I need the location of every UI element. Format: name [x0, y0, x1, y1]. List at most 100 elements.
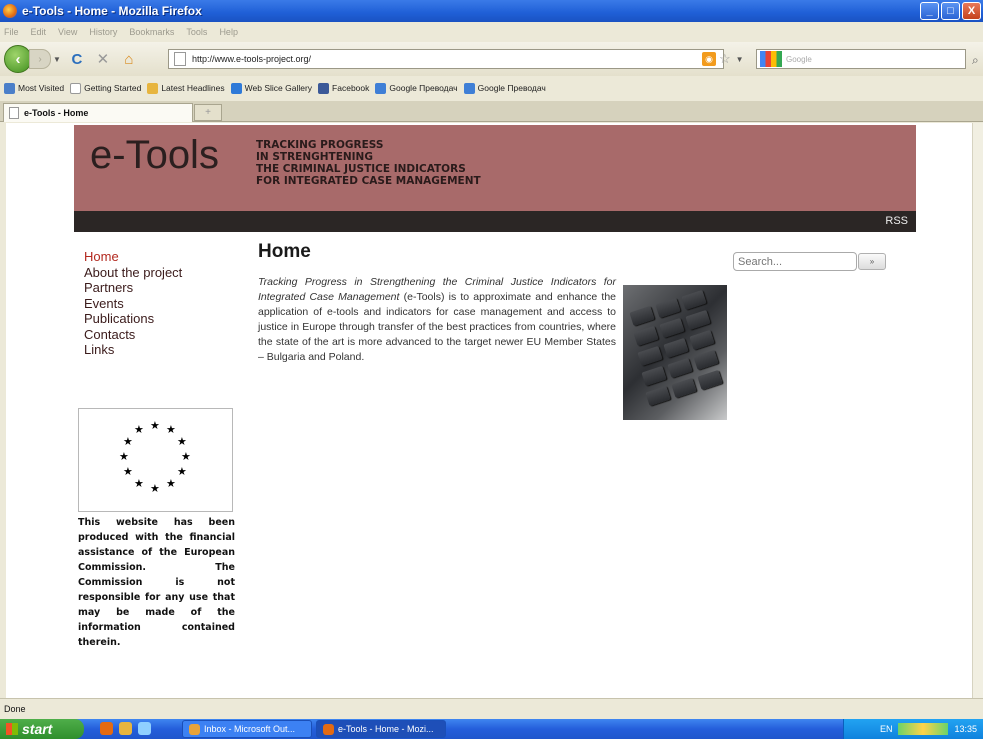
- google-translate-icon: [375, 82, 387, 94]
- nav-item-contacts[interactable]: Contacts: [84, 327, 182, 343]
- tab-title: e-Tools - Home: [24, 108, 89, 118]
- keyboard-key: [641, 365, 667, 387]
- page-title: Home: [258, 241, 311, 262]
- bookmark-label: Most Visited: [18, 83, 65, 93]
- menu-tools[interactable]: Tools: [186, 27, 207, 37]
- web-search-placeholder: Google: [786, 54, 812, 64]
- taskbar-item-outlook[interactable]: Inbox - Microsoft Out...: [182, 720, 312, 738]
- keyboard-key: [667, 357, 693, 379]
- star-icon: ★: [150, 483, 160, 495]
- address-bar[interactable]: http://www.e-tools-project.org/: [168, 49, 724, 69]
- folder-icon: [147, 82, 159, 94]
- nav-item-links[interactable]: Links: [84, 342, 182, 358]
- navigation-toolbar: ‹ › ▼ C ✕ ⌂ http://www.e-tools-project.o…: [0, 42, 983, 76]
- nav-item-partners[interactable]: Partners: [84, 280, 182, 296]
- keyboard-key: [637, 345, 663, 367]
- history-dropdown-icon[interactable]: ▼: [53, 55, 61, 64]
- maximize-button[interactable]: □: [941, 2, 960, 20]
- tray-icons[interactable]: [898, 723, 949, 735]
- status-text: Done: [4, 704, 26, 714]
- bookmark-icon: [4, 82, 15, 94]
- bookmark-web-slice-gallery[interactable]: Web Slice Gallery: [230, 82, 313, 94]
- keyboard-key: [697, 369, 723, 391]
- star-icon: ★: [166, 424, 176, 436]
- outlook-icon: [189, 723, 200, 735]
- close-button[interactable]: X: [962, 2, 981, 20]
- bookmark-label: Google Преводач: [477, 83, 546, 93]
- reload-button[interactable]: C: [67, 49, 87, 69]
- web-slice-icon: [230, 82, 242, 94]
- keyboard-key: [645, 385, 671, 407]
- home-icon: ⌂: [124, 50, 134, 68]
- bookmark-google-translate-1[interactable]: Google Преводач: [375, 82, 458, 94]
- taskbar: start Inbox - Microsoft Out... e-Tools -…: [0, 719, 983, 739]
- firefox-launch-icon[interactable]: [100, 722, 113, 735]
- keyboard-key: [629, 305, 655, 327]
- menu-edit[interactable]: Edit: [31, 27, 47, 37]
- minimize-button[interactable]: _: [920, 2, 939, 20]
- star-icon: ★: [166, 478, 176, 490]
- web-search-input[interactable]: Google: [756, 49, 966, 69]
- nav-item-events[interactable]: Events: [84, 296, 182, 312]
- bookmark-latest-headlines[interactable]: Latest Headlines: [147, 82, 225, 94]
- rss-link[interactable]: RSS: [885, 215, 908, 227]
- taskbar-item-label: e-Tools - Home - Mozi...: [338, 724, 434, 734]
- keyboard-image: [623, 285, 727, 420]
- nav-item-home[interactable]: Home: [84, 249, 182, 265]
- star-icon: ★: [150, 420, 160, 432]
- site-search-input[interactable]: [733, 252, 857, 271]
- menu-history[interactable]: History: [89, 27, 117, 37]
- nav-item-about[interactable]: About the project: [84, 265, 182, 281]
- keyboard-key: [659, 317, 685, 339]
- url-dropdown-icon[interactable]: ▼: [736, 55, 744, 64]
- keyboard-key: [693, 349, 719, 371]
- bookmark-google-translate-2[interactable]: Google Преводач: [463, 82, 546, 94]
- site-logo[interactable]: e-Tools: [90, 133, 219, 178]
- firefox-icon: [323, 723, 334, 735]
- vertical-scrollbar[interactable]: [972, 123, 983, 698]
- star-icon: ★: [177, 466, 187, 478]
- feed-icon[interactable]: ◉: [702, 52, 716, 66]
- window-title-bar[interactable]: e-Tools - Home - Mozilla Firefox _ □ X: [0, 0, 983, 22]
- new-tab-button[interactable]: +: [194, 104, 222, 121]
- ie-launch-icon[interactable]: [138, 722, 151, 735]
- search-icon[interactable]: ⌕: [972, 53, 979, 68]
- clock[interactable]: 13:35: [954, 724, 977, 734]
- windows-logo-icon: [6, 723, 18, 735]
- back-arrow-icon: ‹: [15, 50, 21, 68]
- bookmarks-toolbar: Most Visited Getting Started Latest Head…: [0, 78, 983, 98]
- bookmark-label: Getting Started: [84, 83, 142, 93]
- taskbar-item-firefox[interactable]: e-Tools - Home - Mozi...: [316, 720, 446, 738]
- bookmark-star-icon[interactable]: ☆: [719, 51, 731, 67]
- menu-help[interactable]: Help: [219, 27, 238, 37]
- menu-file[interactable]: File: [4, 27, 19, 37]
- menu-bookmarks[interactable]: Bookmarks: [129, 27, 174, 37]
- tab-e-tools-home[interactable]: e-Tools - Home: [3, 103, 193, 122]
- bookmark-label: Web Slice Gallery: [244, 83, 313, 93]
- home-button[interactable]: ⌂: [119, 49, 139, 69]
- bookmark-most-visited[interactable]: Most Visited: [4, 82, 65, 94]
- site-top-bar: RSS: [74, 211, 916, 232]
- reload-icon: C: [71, 50, 83, 68]
- bookmark-facebook[interactable]: Facebook: [318, 82, 369, 94]
- page-icon: [9, 107, 19, 119]
- folder-launch-icon[interactable]: [119, 722, 132, 735]
- bookmark-getting-started[interactable]: Getting Started: [70, 82, 142, 94]
- start-button[interactable]: start: [0, 719, 84, 739]
- keyboard-key: [663, 337, 689, 359]
- nav-item-publications[interactable]: Publications: [84, 311, 182, 327]
- menu-view[interactable]: View: [58, 27, 77, 37]
- star-icon: ★: [123, 436, 133, 448]
- system-tray: EN 13:35: [843, 719, 983, 739]
- window-title: e-Tools - Home - Mozilla Firefox: [22, 4, 202, 18]
- site-search-button[interactable]: »: [858, 253, 886, 270]
- stop-icon: ✕: [96, 51, 110, 68]
- taskbar-item-label: Inbox - Microsoft Out...: [204, 724, 296, 734]
- star-icon: ★: [119, 451, 129, 463]
- stop-button[interactable]: ✕: [93, 49, 113, 69]
- forward-button[interactable]: ›: [29, 49, 51, 69]
- keyboard-key: [681, 289, 707, 311]
- language-indicator[interactable]: EN: [880, 724, 893, 734]
- menu-bar: File Edit View History Bookmarks Tools H…: [0, 22, 983, 42]
- back-button[interactable]: ‹: [4, 45, 32, 73]
